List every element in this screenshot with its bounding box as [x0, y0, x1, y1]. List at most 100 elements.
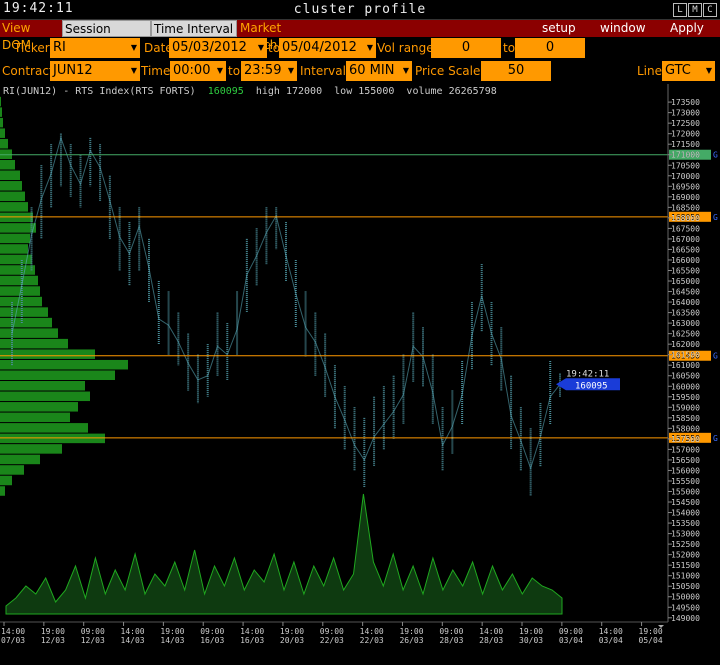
y-tick-label: 161000 [671, 361, 700, 370]
profile-bar [0, 380, 85, 391]
profile-bar [0, 96, 1, 107]
profile-bar [0, 370, 115, 380]
profile-bar [0, 433, 105, 444]
price-series [11, 136, 561, 470]
y-tick-label: 161500 [671, 351, 700, 360]
x-tick-date: 12/03 [41, 636, 65, 645]
apply-button[interactable]: Apply [668, 20, 708, 37]
profile-bar [0, 212, 33, 223]
close-button[interactable]: C [703, 3, 717, 17]
y-tick-label: 170500 [671, 161, 700, 170]
y-tick-label: 165500 [671, 266, 700, 275]
x-tick-time: 19:00 [41, 627, 65, 636]
market-watch-menu[interactable]: Market Watch [238, 20, 322, 52]
view-dom-menu[interactable]: View DOM [0, 20, 62, 52]
dropdown-arrow-icon: ▼ [402, 66, 409, 75]
profile-bar [0, 128, 5, 138]
window-title: cluster profile [293, 2, 427, 17]
profile-bar [0, 307, 48, 317]
time-to-select[interactable]: 23:59 ▼ [241, 61, 297, 81]
time-from-select[interactable]: 00:00 ▼ [170, 61, 226, 81]
window-menu[interactable]: window [598, 20, 648, 37]
profile-bar [0, 159, 15, 170]
y-tick-label: 155000 [671, 488, 700, 497]
x-tick-date: 30/03 [519, 636, 543, 645]
contract-select[interactable]: JUN12 ▼ [50, 61, 140, 81]
minimize-button[interactable]: M [688, 3, 702, 17]
dropdown-arrow-icon: ▼ [130, 43, 137, 52]
profile-bar [0, 275, 38, 286]
profile-bar [0, 170, 20, 181]
y-tick-label: 160000 [671, 382, 700, 391]
y-tick-label: 164000 [671, 298, 700, 307]
y-tick-label: 156000 [671, 466, 700, 475]
profile-bar [0, 233, 30, 244]
ticker-select[interactable]: RI ▼ [50, 38, 140, 58]
dropdown-arrow-icon: ▼ [257, 43, 264, 52]
volume-value: volume 26265798 [406, 86, 497, 97]
profile-bar [0, 328, 58, 338]
profile-bar [0, 202, 28, 212]
profile-bar [0, 402, 78, 412]
lock-button[interactable]: L [673, 3, 687, 17]
x-tick-date: 12/03 [81, 636, 105, 645]
y-tick-label: 157000 [671, 445, 700, 454]
date-from-select[interactable]: 05/03/2012 ▼ [169, 38, 267, 58]
vol-to-input[interactable]: 0 [515, 38, 585, 58]
session-hours-menu[interactable]: Session Hours [62, 20, 151, 53]
x-tick-date: 28/03 [479, 636, 503, 645]
profile-bar [0, 359, 128, 370]
date-to-value: 05/04/2012 [282, 40, 357, 55]
time-to-value: 23:59 [244, 63, 282, 78]
profile-bar [0, 412, 70, 423]
y-tick-label: 160500 [671, 372, 700, 381]
y-tick-label: 169500 [671, 182, 700, 191]
x-tick-time: 14:00 [360, 627, 384, 636]
x-tick-date: 03/04 [559, 636, 583, 645]
time-interval-menu[interactable]: Time Interval [151, 20, 237, 37]
profile-bar [0, 391, 90, 402]
last-price: 160095 [207, 86, 244, 97]
vol-from-input[interactable]: 0 [431, 38, 501, 58]
y-tick-label: 173000 [671, 109, 700, 118]
y-tick-label: 172500 [671, 119, 700, 128]
y-tick-label: 154000 [671, 509, 700, 518]
y-tick-label: 154500 [671, 498, 700, 507]
y-tick-label: 151000 [671, 572, 700, 581]
price-scale-input[interactable]: 50 [481, 61, 551, 81]
menu-bar: View DOM Session Hours Time Interval Mar… [0, 20, 720, 53]
y-tick-label: 171500 [671, 140, 700, 149]
x-tick-time: 09:00 [559, 627, 583, 636]
y-tick-label: 166500 [671, 245, 700, 254]
profile-bar [0, 117, 3, 128]
profile-bar [0, 338, 68, 349]
line-select[interactable]: GTC ▼ [662, 61, 715, 81]
info-line: RI(JUN12) - RTS Index(RTS FORTS) 160095 … [3, 86, 497, 97]
profile-bar [0, 317, 52, 328]
setup-menu[interactable]: setup [540, 20, 580, 37]
contract-value: JUN12 [53, 63, 93, 78]
profile-bar [0, 107, 2, 117]
volume-series [5, 493, 563, 615]
x-tick-time: 14:00 [1, 627, 25, 636]
x-tick-time: 14:00 [479, 627, 503, 636]
y-tick-label: 166000 [671, 256, 700, 265]
contract-label: Contract [2, 64, 54, 78]
profile-bar [0, 486, 5, 496]
profile-bar [0, 265, 35, 275]
profile-bar [0, 454, 40, 465]
x-tick-time: 09:00 [320, 627, 344, 636]
y-tick-label: 155500 [671, 477, 700, 486]
x-tick-date: 26/03 [399, 636, 423, 645]
cluster-profile-chart[interactable]: 171000 G168050 G161450 G157550 G 14900014950… [0, 84, 720, 665]
low-value: low 155000 [334, 86, 395, 97]
volume-area [5, 493, 563, 615]
interval-select[interactable]: 60 MIN ▼ [346, 61, 412, 81]
x-tick-time: 19:00 [399, 627, 423, 636]
y-tick-label: 159500 [671, 393, 700, 402]
x-tick-time: 14:00 [240, 627, 264, 636]
y-tick-label: 149500 [671, 603, 700, 612]
x-tick-date: 22/03 [360, 636, 384, 645]
date-to-select[interactable]: 05/04/2012 ▼ [279, 38, 376, 58]
x-tick-time: 09:00 [81, 627, 105, 636]
